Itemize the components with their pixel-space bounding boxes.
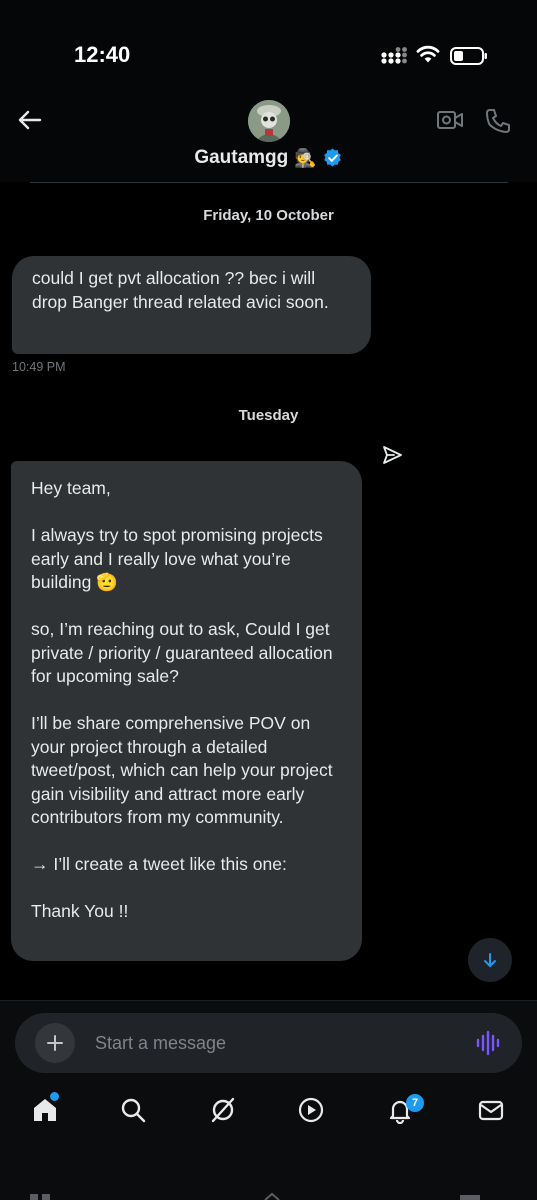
avatar[interactable] bbox=[248, 100, 290, 142]
received-message-bubble[interactable]: Hey team, I always try to spot promising… bbox=[11, 461, 362, 961]
message-paragraph: I’ll be share comprehensive POV on your … bbox=[31, 713, 333, 827]
search-icon[interactable] bbox=[119, 1096, 147, 1124]
composer-area bbox=[0, 1000, 537, 1078]
contact-name-row[interactable]: Gautamgg 🕵 bbox=[0, 147, 537, 169]
message-composer bbox=[15, 1013, 522, 1073]
message-timestamp: 10:49 PM bbox=[12, 360, 66, 374]
phone-call-icon[interactable] bbox=[484, 107, 512, 135]
date-separator: Tuesday bbox=[238, 407, 299, 424]
grok-icon[interactable] bbox=[209, 1096, 237, 1124]
message-paragraph: Thank You !! bbox=[31, 901, 129, 921]
arrow-down-icon bbox=[484, 953, 496, 967]
video-play-icon[interactable] bbox=[297, 1096, 325, 1124]
plus-icon bbox=[47, 1035, 63, 1051]
notifications-count-badge: 7 bbox=[406, 1094, 424, 1112]
status-time: 12:40 bbox=[74, 42, 131, 67]
home-notification-dot bbox=[50, 1092, 59, 1101]
back-arrow-icon[interactable] bbox=[16, 106, 44, 134]
video-call-icon[interactable] bbox=[436, 108, 464, 132]
verified-badge-icon bbox=[323, 148, 341, 167]
wifi-icon bbox=[416, 45, 440, 63]
add-attachment-button[interactable] bbox=[35, 1023, 75, 1063]
received-message-bubble[interactable]: could I get pvt allocation ?? bec i will… bbox=[12, 256, 371, 354]
conversation-header: Gautamgg 🕵 bbox=[0, 90, 537, 182]
message-text: could I get pvt allocation ?? bec i will… bbox=[32, 268, 329, 312]
message-paragraph: I always try to spot promising projects … bbox=[31, 525, 323, 592]
header-divider bbox=[30, 182, 508, 183]
date-separator: Friday, 10 October bbox=[203, 207, 334, 224]
message-paragraph: Hey team, bbox=[31, 478, 111, 498]
signal-icon bbox=[381, 47, 407, 64]
battery-icon bbox=[450, 47, 487, 65]
avatar-image bbox=[248, 100, 290, 142]
scroll-to-bottom-button[interactable] bbox=[468, 938, 512, 982]
status-bar: 12:40 bbox=[0, 0, 537, 90]
message-paragraph: so, I’m reaching out to ask, Could I get… bbox=[31, 619, 333, 686]
detective-emoji: 🕵 bbox=[294, 147, 317, 168]
messages-mail-icon[interactable] bbox=[477, 1096, 505, 1124]
message-paragraph: → I’ll create a tweet like this one: bbox=[31, 854, 287, 874]
system-nav-strip bbox=[30, 1192, 480, 1200]
voice-message-icon[interactable] bbox=[475, 1030, 501, 1056]
contact-name: Gautamgg bbox=[194, 147, 289, 168]
message-input[interactable] bbox=[95, 1030, 455, 1056]
bottom-nav: 7 bbox=[0, 1078, 537, 1200]
send-status-icon bbox=[383, 446, 402, 464]
